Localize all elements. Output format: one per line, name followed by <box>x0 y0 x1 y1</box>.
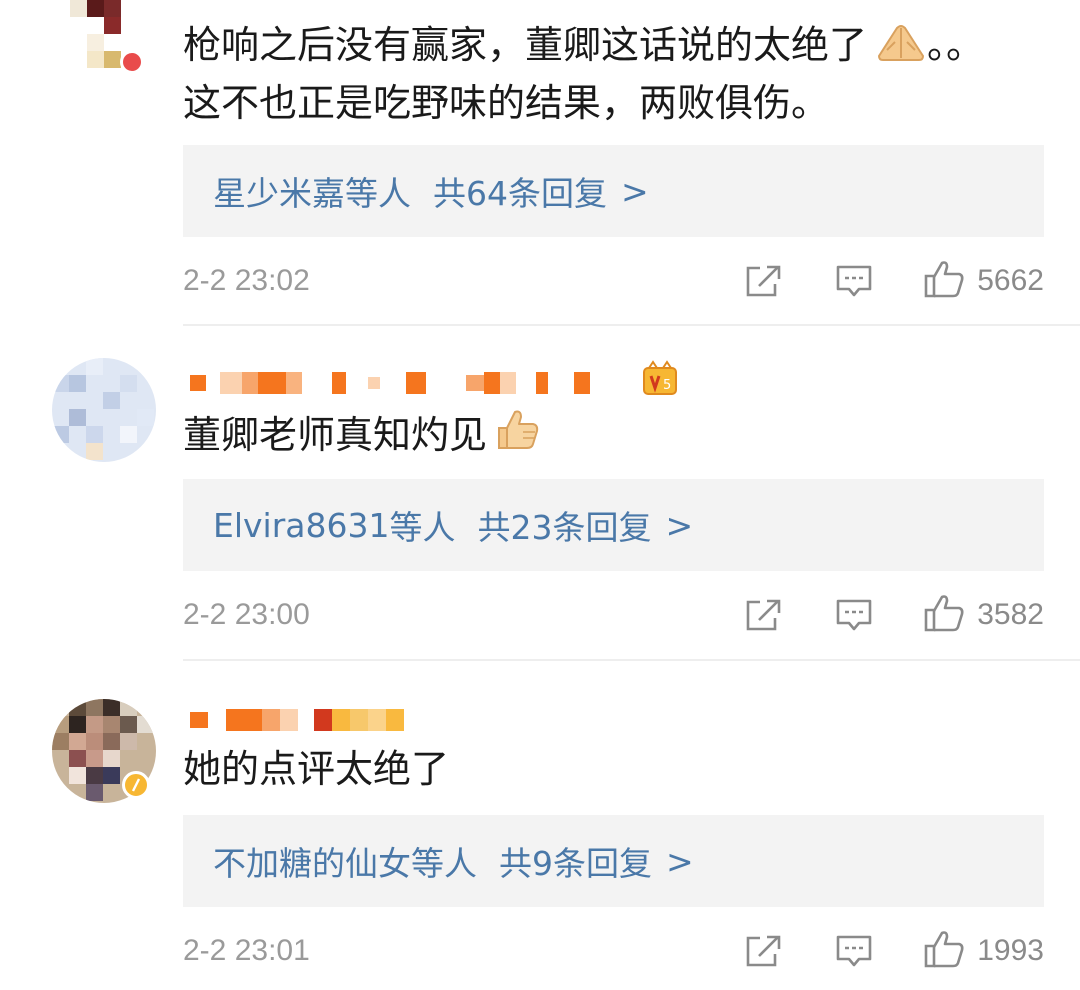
comment-item: 她的点评太绝了 不加糖的仙女 等人 共9条回复 > 2-2 23:01 1993 <box>0 661 1080 990</box>
reply-etc: 等人 <box>345 174 411 213</box>
reply-summary[interactable]: Elvira8631 等人 共23条回复 > <box>183 479 1044 571</box>
comment-icon[interactable] <box>835 934 873 968</box>
reply-etc: 等人 <box>389 508 456 547</box>
reply-summary[interactable]: 星少米嘉 等人 共64条回复 > <box>183 145 1044 237</box>
comment-text: 董卿老师真知灼见 <box>183 404 541 470</box>
reply-names[interactable]: 不加糖的仙女 <box>213 837 411 885</box>
timestamp: 2-2 23:01 <box>183 934 310 967</box>
member-badge <box>122 771 150 799</box>
chevron-right-icon[interactable]: > <box>666 506 694 545</box>
share-icon[interactable] <box>745 934 783 968</box>
share-icon[interactable] <box>745 598 783 632</box>
avatar[interactable] <box>52 358 156 462</box>
comment-text-line-2: 这不也正是吃野味的结果，两败俱伤。 <box>183 81 830 125</box>
comment-icon[interactable] <box>835 264 873 298</box>
timestamp: 2-2 23:02 <box>183 264 310 297</box>
verified-badge <box>120 50 144 74</box>
share-icon[interactable] <box>745 264 783 298</box>
reply-count[interactable]: 共9条回复 <box>499 837 652 885</box>
username-masked[interactable] <box>190 703 404 737</box>
reply-names[interactable]: Elvira8631 <box>213 506 390 545</box>
chevron-right-icon[interactable]: > <box>621 172 649 211</box>
username-masked[interactable] <box>190 366 590 400</box>
like-button[interactable]: 5662 <box>923 259 1044 303</box>
comment-meta: 2-2 23:02 5662 <box>183 259 1044 303</box>
reply-count[interactable]: 共64条回复 <box>433 167 607 215</box>
thumbs-up-icon <box>923 593 965 637</box>
thumbs-up-icon <box>923 259 965 303</box>
timestamp: 2-2 23:00 <box>183 598 310 631</box>
reply-summary[interactable]: 不加糖的仙女 等人 共9条回复 > <box>183 815 1044 907</box>
reply-etc: 等人 <box>411 844 477 883</box>
like-count: 1993 <box>977 934 1044 967</box>
action-bar: 5662 <box>745 259 1044 303</box>
vip-badge-icon[interactable]: 5 <box>643 360 677 396</box>
action-bar: 3582 <box>745 593 1044 637</box>
like-button[interactable]: 1993 <box>923 929 1044 973</box>
reply-names[interactable]: 星少米嘉 <box>213 167 345 215</box>
comment-text: 她的点评太绝了 <box>183 747 450 791</box>
thumbs-up-icon <box>923 929 965 973</box>
like-count: 5662 <box>977 264 1044 297</box>
svg-text:5: 5 <box>663 378 671 393</box>
comment-item: 枪响之后没有赢家，董卿这话说的太绝了。。 这不也正是吃野味的结果，两败俱伤。 星… <box>0 0 1080 325</box>
like-button[interactable]: 3582 <box>923 593 1044 637</box>
folded-hands-icon <box>875 18 927 80</box>
comment-icon[interactable] <box>835 598 873 632</box>
comment-item: 5 董卿老师真知灼见 Elvira8631 等人 共23条回复 > 2-2 23:00… <box>0 326 1080 660</box>
like-count: 3582 <box>977 598 1044 631</box>
thumbs-up-emoji-icon <box>495 408 541 470</box>
action-bar: 1993 <box>745 929 1044 973</box>
comment-meta: 2-2 23:00 3582 <box>183 593 1044 637</box>
comment-meta: 2-2 23:01 1993 <box>183 929 1044 973</box>
comment-text: 枪响之后没有赢家，董卿这话说的太绝了。。 <box>183 14 984 80</box>
reply-count[interactable]: 共23条回复 <box>478 501 652 549</box>
chevron-right-icon[interactable]: > <box>666 842 694 881</box>
